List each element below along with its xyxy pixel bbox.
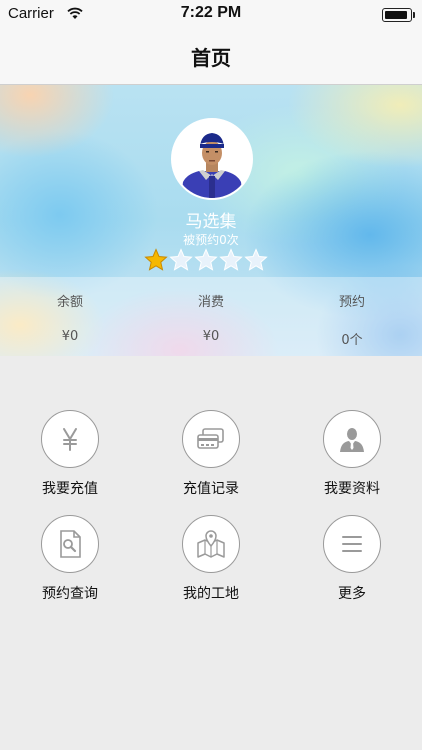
user-profile-icon — [340, 428, 364, 452]
menu-my-site-button[interactable]: 我的工地 — [141, 515, 281, 615]
menu-lines-icon — [342, 536, 362, 552]
yen-icon — [63, 428, 77, 451]
star-filled-icon — [144, 248, 168, 271]
page-title: 首页 — [191, 46, 231, 70]
menu-recharge-history-label: 充值记录 — [183, 481, 239, 497]
rating-stars — [144, 248, 268, 272]
star-empty-icon — [219, 248, 243, 271]
menu-my-profile-label: 我要资料 — [324, 481, 380, 497]
profile-header: 马选集 被预约0次 余额 消费 预约 ¥0 ¥0 0个 — [0, 85, 422, 356]
credit-card-icon — [197, 428, 224, 449]
worker-avatar-image — [173, 120, 251, 198]
status-bar: Carrier 7:22 PM — [0, 0, 422, 28]
menu-more-button[interactable]: 更多 — [282, 515, 422, 615]
stat-label-balance: 余额 — [56, 295, 83, 310]
avatar[interactable] — [171, 118, 253, 200]
menu-recharge-label: 我要充值 — [42, 481, 98, 497]
stat-value-appointments: 0个 — [341, 333, 363, 348]
map-pin-icon — [197, 530, 225, 558]
booked-count: 被预约0次 — [183, 233, 239, 247]
document-search-icon — [60, 530, 81, 558]
menu-appointment-query-button[interactable]: 预约查询 — [0, 515, 140, 615]
user-name: 马选集 — [185, 212, 237, 232]
menu-appointment-query-label: 预约查询 — [42, 586, 98, 602]
star-empty-icon — [244, 248, 268, 271]
menu-my-profile-button[interactable]: 我要资料 — [282, 410, 422, 510]
stat-label-spending: 消费 — [197, 295, 224, 310]
battery-icon — [382, 8, 415, 22]
stat-value-spending: ¥0 — [202, 329, 220, 344]
menu-more-label: 更多 — [338, 586, 366, 602]
clock: 7:22 PM — [180, 4, 242, 21]
star-empty-icon — [169, 248, 193, 271]
star-empty-icon — [194, 248, 218, 271]
menu-recharge-button[interactable]: 我要充值 — [0, 410, 140, 510]
menu-recharge-history-button[interactable]: 充值记录 — [141, 410, 281, 510]
stat-label-appointments: 预约 — [338, 295, 365, 310]
stat-value-balance: ¥0 — [61, 329, 79, 344]
navigation-bar: 首页 — [0, 28, 422, 85]
menu-my-site-label: 我的工地 — [183, 586, 239, 602]
